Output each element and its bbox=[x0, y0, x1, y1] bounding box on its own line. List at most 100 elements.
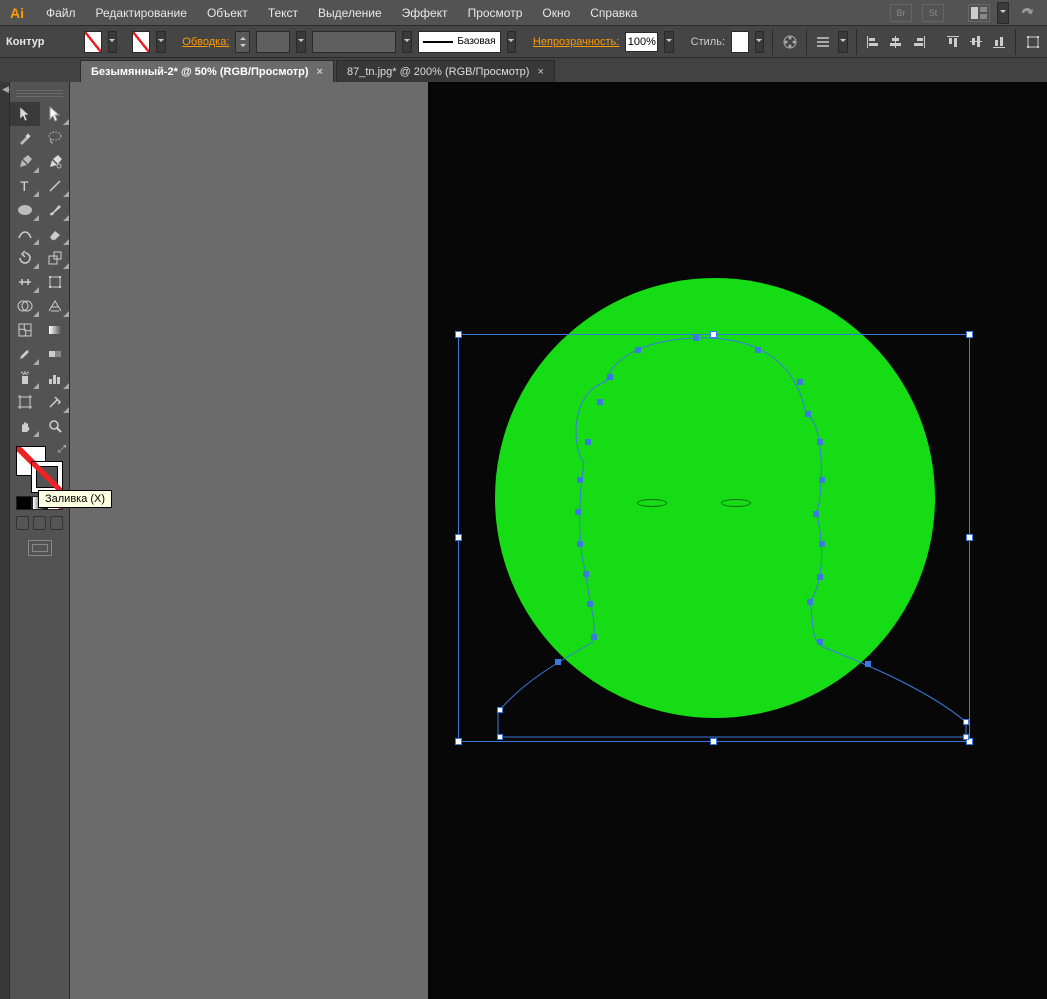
anchor-point[interactable] bbox=[807, 599, 813, 605]
document-tab-1[interactable]: Безымянный-2* @ 50% (RGB/Просмотр) × bbox=[80, 60, 334, 82]
align-bottom-icon[interactable] bbox=[990, 31, 1007, 53]
align-left-icon[interactable] bbox=[864, 31, 881, 53]
anchor-point[interactable] bbox=[819, 541, 825, 547]
stroke-swatch-dropdown[interactable] bbox=[156, 31, 166, 53]
transform-panel-icon[interactable] bbox=[1024, 31, 1041, 53]
align-panel-icon[interactable] bbox=[815, 31, 832, 53]
menu-view[interactable]: Просмотр bbox=[460, 3, 531, 23]
anchor-point[interactable] bbox=[555, 659, 561, 665]
align-vcenter-icon[interactable] bbox=[967, 31, 984, 53]
menu-object[interactable]: Объект bbox=[199, 3, 256, 23]
stroke-weight-stepper[interactable] bbox=[235, 31, 249, 53]
rotate-tool[interactable] bbox=[10, 246, 40, 270]
arrange-dropdown[interactable] bbox=[997, 2, 1009, 24]
graphic-style-dropdown[interactable] bbox=[755, 31, 765, 53]
gradient-tool[interactable] bbox=[40, 318, 70, 342]
bounding-box[interactable] bbox=[458, 334, 970, 742]
stroke-weight-dropdown[interactable] bbox=[296, 31, 306, 53]
type-tool[interactable]: T bbox=[10, 174, 40, 198]
scale-tool[interactable] bbox=[40, 246, 70, 270]
artboard-tool[interactable] bbox=[10, 390, 40, 414]
opacity-field[interactable]: 100% bbox=[625, 32, 658, 52]
menu-type[interactable]: Текст bbox=[260, 3, 306, 23]
anchor-point[interactable] bbox=[597, 399, 603, 405]
blend-tool[interactable] bbox=[40, 342, 70, 366]
screen-mode-button[interactable] bbox=[28, 540, 52, 556]
shape-builder-tool[interactable] bbox=[10, 294, 40, 318]
paintbrush-tool[interactable] bbox=[40, 198, 70, 222]
mesh-tool[interactable] bbox=[10, 318, 40, 342]
shaper-tool[interactable] bbox=[10, 222, 40, 246]
bbox-handle-bc[interactable] bbox=[710, 738, 717, 745]
anchor-point[interactable] bbox=[755, 347, 761, 353]
bbox-handle-tr[interactable] bbox=[966, 331, 973, 338]
variable-width-profile[interactable] bbox=[312, 31, 396, 53]
stroke-swatch[interactable] bbox=[132, 31, 149, 53]
anchor-point[interactable] bbox=[497, 734, 503, 740]
align-dropdown[interactable] bbox=[838, 31, 848, 53]
bridge-icon[interactable]: Br bbox=[890, 4, 912, 22]
bbox-handle-bl[interactable] bbox=[455, 738, 462, 745]
line-segment-tool[interactable] bbox=[40, 174, 70, 198]
canvas[interactable] bbox=[428, 82, 1047, 999]
anchor-point[interactable] bbox=[817, 639, 823, 645]
bbox-handle-mr[interactable] bbox=[966, 534, 973, 541]
draw-normal[interactable] bbox=[16, 516, 29, 530]
anchor-point[interactable] bbox=[575, 509, 581, 515]
swap-fill-stroke-icon[interactable]: ⤢ bbox=[58, 444, 66, 455]
anchor-point[interactable] bbox=[587, 601, 593, 607]
anchor-point[interactable] bbox=[585, 439, 591, 445]
anchor-point[interactable] bbox=[607, 374, 613, 380]
eyedropper-tool[interactable] bbox=[10, 342, 40, 366]
brush-definition[interactable]: Базовая bbox=[418, 31, 501, 53]
stroke-color-box[interactable] bbox=[32, 462, 62, 492]
anchor-point[interactable] bbox=[797, 379, 803, 385]
anchor-point[interactable] bbox=[865, 661, 871, 667]
close-tab-icon[interactable]: × bbox=[317, 66, 323, 78]
anchor-point[interactable] bbox=[693, 335, 699, 341]
pen-tool[interactable] bbox=[10, 150, 40, 174]
anchor-point[interactable] bbox=[497, 707, 503, 713]
free-transform-tool[interactable] bbox=[40, 270, 70, 294]
anchor-point[interactable] bbox=[819, 477, 825, 483]
fill-swatch-dropdown[interactable] bbox=[108, 31, 118, 53]
anchor-point[interactable] bbox=[583, 571, 589, 577]
draw-behind[interactable] bbox=[33, 516, 46, 530]
align-top-icon[interactable] bbox=[944, 31, 961, 53]
graphic-style-swatch[interactable] bbox=[731, 31, 748, 53]
lasso-tool[interactable] bbox=[40, 126, 70, 150]
bbox-handle-tc[interactable] bbox=[710, 331, 717, 338]
perspective-grid-tool[interactable] bbox=[40, 294, 70, 318]
opacity-dropdown[interactable] bbox=[664, 31, 674, 53]
align-right-icon[interactable] bbox=[910, 31, 927, 53]
anchor-point[interactable] bbox=[817, 439, 823, 445]
symbol-sprayer-tool[interactable] bbox=[10, 366, 40, 390]
anchor-point[interactable] bbox=[805, 411, 811, 417]
anchor-point[interactable] bbox=[963, 734, 969, 740]
ellipse-tool[interactable] bbox=[10, 198, 40, 222]
fill-swatch[interactable] bbox=[84, 31, 101, 53]
stroke-weight-field[interactable] bbox=[256, 31, 291, 53]
stroke-link[interactable]: Обводка: bbox=[182, 36, 229, 48]
menu-select[interactable]: Выделение bbox=[310, 3, 390, 23]
width-tool[interactable] bbox=[10, 270, 40, 294]
slice-tool[interactable] bbox=[40, 390, 70, 414]
column-graph-tool[interactable] bbox=[40, 366, 70, 390]
anchor-point[interactable] bbox=[817, 574, 823, 580]
variable-width-dropdown[interactable] bbox=[402, 31, 412, 53]
tools-panel-grip[interactable] bbox=[10, 88, 69, 98]
document-tab-2[interactable]: 87_tn.jpg* @ 200% (RGB/Просмотр) × bbox=[336, 60, 555, 82]
menu-window[interactable]: Окно bbox=[534, 3, 578, 23]
anchor-point[interactable] bbox=[577, 477, 583, 483]
panel-collapse-gutter[interactable]: ◀◀ bbox=[0, 82, 10, 999]
draw-inside[interactable] bbox=[50, 516, 63, 530]
recolor-artwork-icon[interactable] bbox=[781, 31, 798, 53]
bbox-handle-ml[interactable] bbox=[455, 534, 462, 541]
anchor-point[interactable] bbox=[591, 634, 597, 640]
magic-wand-tool[interactable] bbox=[10, 126, 40, 150]
anchor-point[interactable] bbox=[813, 511, 819, 517]
hand-tool[interactable] bbox=[10, 414, 40, 438]
eraser-tool[interactable] bbox=[40, 222, 70, 246]
zoom-tool[interactable] bbox=[40, 414, 70, 438]
bbox-handle-tl[interactable] bbox=[455, 331, 462, 338]
